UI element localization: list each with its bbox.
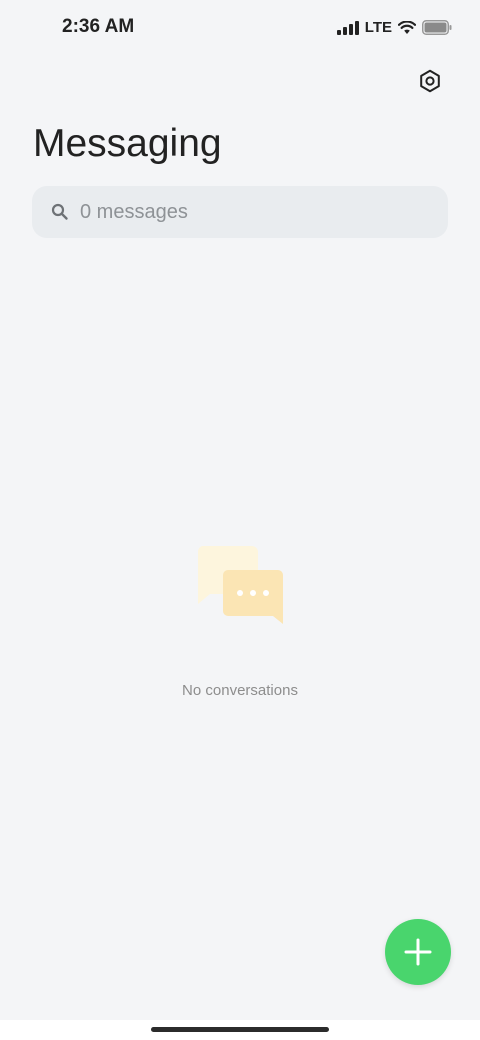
empty-state-text: No conversations xyxy=(182,682,298,699)
chat-bubbles-icon xyxy=(196,546,286,626)
settings-icon xyxy=(420,69,440,93)
status-time: 2:36 AM xyxy=(62,16,135,37)
page-title: Messaging xyxy=(33,122,222,165)
status-bar: 2:36 AM LTE xyxy=(0,0,480,56)
settings-button[interactable] xyxy=(410,62,450,100)
battery-icon xyxy=(422,20,452,35)
search-icon xyxy=(51,203,69,221)
wifi-icon xyxy=(398,20,416,34)
search-input[interactable] xyxy=(78,199,422,225)
signal-icon xyxy=(336,20,359,35)
new-conversation-button[interactable] xyxy=(385,919,451,985)
status-icons: LTE xyxy=(336,19,452,36)
search-bar[interactable] xyxy=(32,186,448,238)
plus-icon xyxy=(404,938,432,966)
network-label: LTE xyxy=(364,19,392,36)
home-indicator[interactable] xyxy=(151,1027,329,1032)
